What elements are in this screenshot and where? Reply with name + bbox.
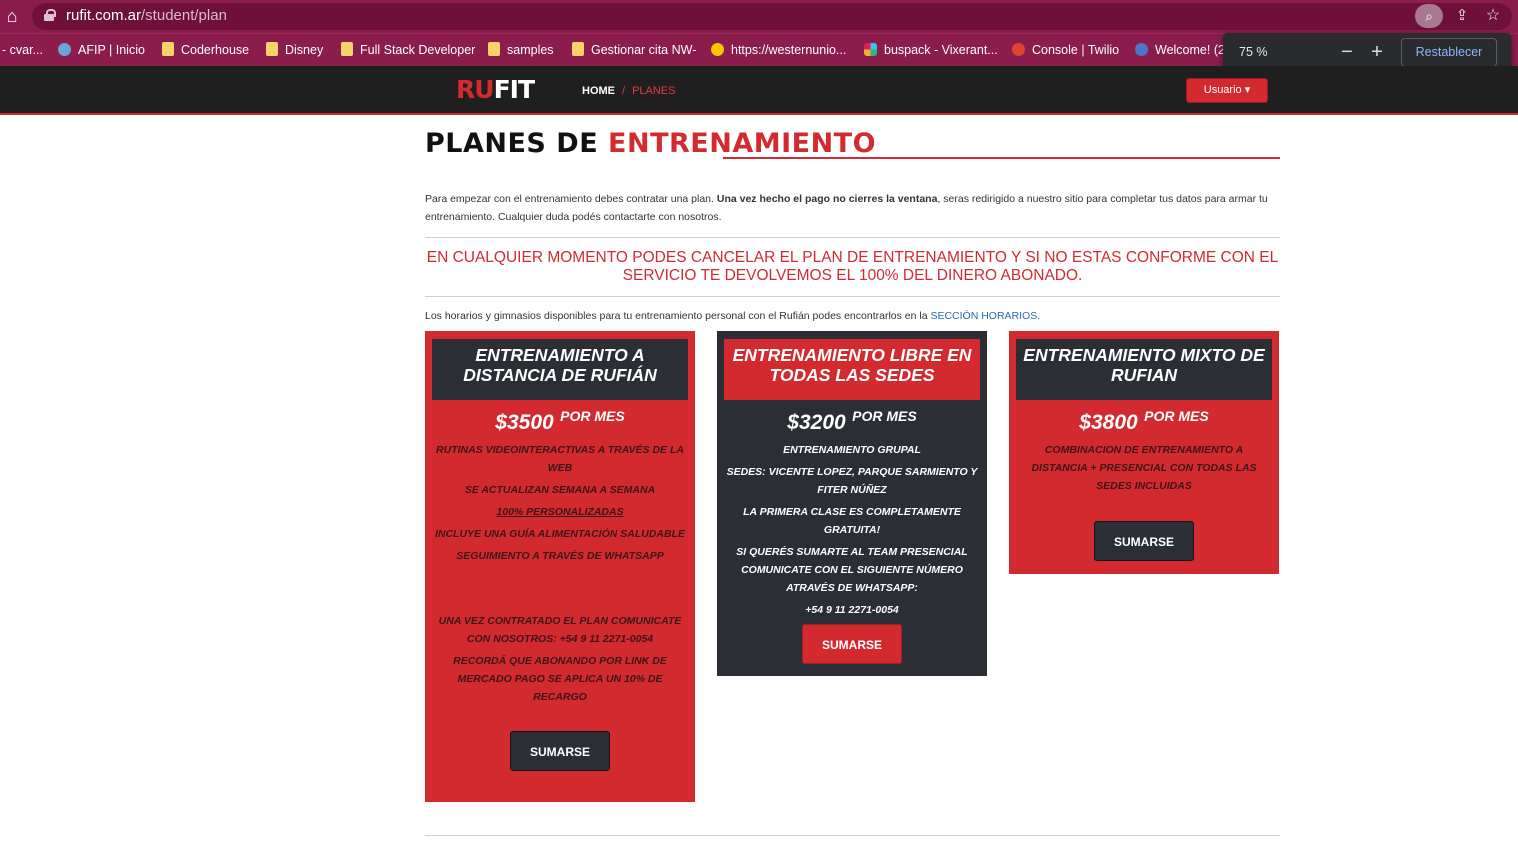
horarios-link[interactable]: SECCIÓN HORARIOS [930, 310, 1037, 322]
zoom-icon[interactable]: ⌕ [1415, 4, 1443, 28]
breadcrumb-home[interactable]: HOME [582, 85, 615, 97]
folder-icon [162, 42, 174, 56]
sumarse-button[interactable]: SUMARSE [802, 624, 902, 664]
plan-feature: ENTRENAMIENTO GRUPAL [783, 444, 921, 456]
plan-card-distancia: ENTRENAMIENTO A DISTANCIA DE RUFIÁN $350… [425, 331, 695, 802]
plan-feature: SI QUERÉS SUMARTE AL TEAM PRESENCIAL COM… [736, 546, 968, 594]
zoom-out-button[interactable]: − [1335, 39, 1359, 65]
sumarse-button[interactable]: SUMARSE [510, 731, 610, 771]
intro-paragraph: Para empezar con el entrenamiento debes … [425, 193, 1268, 223]
plan-feature: SEGUIMIENTO A TRAVÉS DE WHATSAPP [456, 550, 664, 562]
title-underline [723, 157, 1280, 159]
western-union-icon [711, 43, 724, 56]
divider [425, 835, 1280, 836]
plan-feature: 100% PERSONALIZADAS [496, 506, 624, 518]
plan-card-mixto: ENTRENAMIENTO MIXTO DE RUFIAN $3800 POR … [1009, 331, 1279, 574]
folder-icon [266, 42, 278, 56]
bookmark-item[interactable]: Full Stack Developer [341, 41, 475, 59]
divider [425, 296, 1280, 297]
user-menu-button[interactable]: Usuario ▾ [1186, 78, 1268, 103]
plan-feature: RUTINAS VIDEOINTERACTIVAS A TRAVÉS DE LA… [436, 444, 684, 474]
horarios-text: Los horarios y gimnasios disponibles par… [425, 310, 1041, 322]
divider [425, 237, 1280, 238]
zoom-in-button[interactable]: + [1365, 39, 1389, 65]
sumarse-button[interactable]: SUMARSE [1094, 521, 1194, 561]
refund-notice: EN CUALQUIER MOMENTO PODES CANCELAR EL P… [426, 249, 1279, 284]
globe-icon [58, 43, 71, 56]
bookmark-item[interactable]: buspack - Vixerant... [864, 41, 998, 59]
bookmark-item[interactable]: AFIP | Inicio [58, 41, 145, 59]
bookmark-item[interactable]: - cvar... [2, 41, 43, 59]
page-title: PLANES DE ENTRENAMIENTO [425, 128, 877, 159]
folder-icon [341, 42, 353, 56]
folder-icon [572, 42, 584, 56]
breadcrumb-separator: / [622, 85, 626, 97]
plan-feature: SE ACTUALIZAN SEMANA A SEMANA [464, 484, 656, 496]
omnibox[interactable] [32, 3, 1512, 30]
plan-price: $3200 POR MES [787, 408, 917, 434]
zoom-reset-button[interactable]: Restablecer [1401, 38, 1497, 67]
plan-feature: INCLUYE UNA GUÍA ALIMENTACIÓN SALUDABLE [434, 528, 686, 540]
zoom-level: 75 % [1239, 45, 1268, 59]
share-icon[interactable]: ⇪ [1453, 7, 1471, 25]
twilio-icon [1012, 43, 1025, 56]
plan-card-libre: ENTRENAMIENTO LIBRE EN TODAS LAS SEDES $… [717, 331, 987, 676]
breadcrumb: HOME / PLANES [582, 85, 675, 97]
plan-feature: +54 9 11 2271-0054 [805, 604, 899, 616]
plan-feature: COMBINACION DE ENTRENAMIENTO A DISTANCIA… [1031, 444, 1257, 492]
site-navbar: RUFIT HOME / PLANES Usuario ▾ [0, 66, 1518, 115]
bookmark-item[interactable]: Gestionar cita NW- [572, 41, 696, 59]
plan-title: ENTRENAMIENTO A DISTANCIA DE RUFIÁN [432, 339, 688, 400]
bookmark-star-icon[interactable]: ☆ [1484, 7, 1502, 25]
bookmark-item[interactable]: Welcome! (2 [1135, 41, 1225, 59]
plan-feature: RECORDÁ QUE ABONANDO POR LINK DE MERCADO… [453, 655, 667, 703]
bookmark-item[interactable]: Disney [266, 41, 323, 59]
plan-title: ENTRENAMIENTO MIXTO DE RUFIAN [1016, 339, 1272, 400]
plan-price: $3500 POR MES [495, 408, 625, 434]
home-icon[interactable]: ⌂ [2, 6, 22, 26]
bookmark-item[interactable]: Console | Twilio [1012, 41, 1119, 59]
site-icon [1135, 43, 1148, 56]
breadcrumb-planes: PLANES [632, 85, 676, 97]
plan-feature: UNA VEZ CONTRATADO EL PLAN COMUNICATE CO… [438, 615, 682, 645]
plan-feature: SEDES: VICENTE LOPEZ, PARQUE SARMIENTO Y… [726, 466, 978, 496]
bookmark-item[interactable]: samples [488, 41, 554, 59]
browser-address-bar: ⌂ rufit.com.ar/student/plan ⌕ ⇪ ☆ [0, 0, 1518, 33]
url-text[interactable]: rufit.com.ar/student/plan [66, 7, 227, 24]
slack-icon [864, 43, 877, 56]
bookmark-item[interactable]: https://westernunio... [711, 41, 846, 59]
plan-price: $3800 POR MES [1079, 408, 1209, 434]
plan-feature: LA PRIMERA CLASE ES COMPLETAMENTE GRATUI… [743, 506, 961, 536]
rufit-logo[interactable]: RUFIT [456, 75, 535, 104]
folder-icon [488, 42, 500, 56]
plan-title: ENTRENAMIENTO LIBRE EN TODAS LAS SEDES [724, 339, 980, 400]
lock-icon[interactable] [44, 9, 56, 21]
bookmark-item[interactable]: Coderhouse [162, 41, 249, 59]
